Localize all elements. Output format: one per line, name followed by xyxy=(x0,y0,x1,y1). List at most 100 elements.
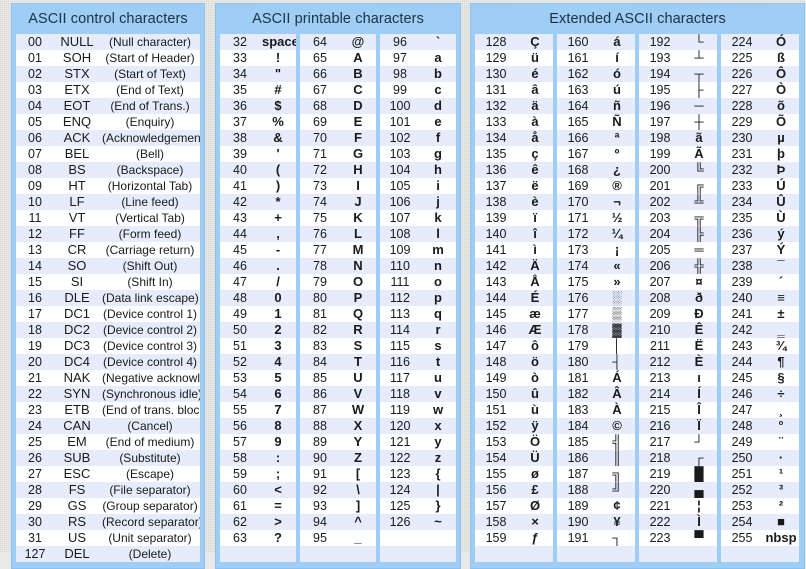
cell-desc: (Start of Text) xyxy=(114,66,186,81)
extended-table-1: 160 á 161 í 162 ó 163 ú 164 ñ 165 Ñ 166 ª 167 º 168 ¿ 169 ®… xyxy=(557,33,635,562)
cell-chr: ┬ xyxy=(694,65,704,81)
table-row: 36 $ xyxy=(220,97,296,114)
cell-desc: (Enquiry) xyxy=(125,114,175,129)
panel-title-extended: Extended ASCII characters xyxy=(549,11,726,27)
table-row: 86 V xyxy=(300,385,376,402)
cell-dec: 166 xyxy=(567,130,589,145)
table-row: 176 ░ xyxy=(557,289,635,306)
cell-dec: 57 xyxy=(233,434,247,449)
cell-chr: ¸ xyxy=(778,401,784,417)
table-row: 05 ENQ (Enquiry) xyxy=(16,113,200,130)
table-row: 252 ³ xyxy=(721,481,799,498)
cell-dec: 143 xyxy=(485,274,507,289)
cell-chr: ─ xyxy=(694,97,704,113)
table-row: 133 à xyxy=(475,113,553,130)
table-row: 30 RS (Record separator) xyxy=(16,513,200,530)
table-row: 122 z xyxy=(380,449,456,466)
cell-chr: " xyxy=(274,65,282,81)
printable-table-body-2: 96 ` 97 a 98 b 99 c 100 d 101 e 102 f 103 g 104 h 105 i 106 j… xyxy=(380,33,456,562)
table-row: 117 u xyxy=(380,369,456,386)
table-row: 95 _ xyxy=(300,529,376,546)
table-row: 101 e xyxy=(380,113,456,130)
table-row: 84 T xyxy=(300,353,376,370)
cell-dec: 170 xyxy=(567,194,589,209)
table-row: 229 Õ xyxy=(721,113,799,130)
cell-chr: ð xyxy=(695,289,703,305)
cell-dec: 52 xyxy=(233,354,247,369)
table-row: 22 SYN (Synchronous idle) xyxy=(16,385,200,402)
cell-dec: 144 xyxy=(485,290,507,305)
cell-chr: » xyxy=(613,273,621,289)
cell-dec xyxy=(380,546,420,562)
cell-desc: (Shift Out) xyxy=(122,258,178,273)
cell-chr: ² xyxy=(778,497,784,513)
cell-dec: 222 xyxy=(649,514,671,529)
table-row: 50 2 xyxy=(220,321,296,338)
cell-dec: 70 xyxy=(313,130,327,145)
table-row: 38 & xyxy=(220,129,296,146)
table-row: 249 ¨ xyxy=(721,433,799,450)
cell-desc: (Cancel) xyxy=(127,418,173,433)
cell-dec: 43 xyxy=(233,210,247,225)
cell-chr: │ xyxy=(612,337,622,353)
cell-chr: ; xyxy=(275,465,281,481)
cell-chr: é xyxy=(531,65,539,81)
extended-table-body-2: 192 └ 193 ┴ 194 ┬ 195 ├ 196 ─ 197 ┼ 198 ã 199 Ã 200 ╚ 201 ╔… xyxy=(639,33,717,562)
cell-dec: 03 xyxy=(28,82,42,97)
table-row: 07 BEL (Bell) xyxy=(16,145,200,162)
cell-dec: 23 xyxy=(28,402,42,417)
cell-abbr: FF xyxy=(69,225,85,241)
table-row: 156 £ xyxy=(475,481,553,498)
cell-dec: 189 xyxy=(567,498,589,513)
table-row: 234 Û xyxy=(721,193,799,210)
printable-columns: 32 space 33! 34 " 35 #36 $37% 38 & 39 ' 40(41) 42 * 43 +… xyxy=(216,33,460,562)
cell-chr: ^ xyxy=(354,513,362,529)
cell-dec: 153 xyxy=(485,434,507,449)
cell-chr: N xyxy=(353,257,363,273)
cell-dec: 78 xyxy=(313,258,327,273)
table-row: 233 Ú xyxy=(721,177,799,194)
cell-chr: Æ xyxy=(528,321,542,337)
cell-chr: ( xyxy=(275,161,281,177)
table-row: 68 D xyxy=(300,97,376,114)
cell-chr: Ó xyxy=(775,33,787,49)
table-row: 115 s xyxy=(380,337,456,354)
cell-chr: ı xyxy=(697,369,701,385)
table-row: 108 l xyxy=(380,225,456,242)
cell-dec: 06 xyxy=(28,130,42,145)
cell-chr: U xyxy=(353,369,363,385)
cell-dec: 219 xyxy=(649,466,671,481)
cell-dec: 62 xyxy=(233,514,247,529)
cell-desc: (Data link escape) xyxy=(102,290,199,305)
table-row: 149 ò xyxy=(475,369,553,386)
cell-dec: 156 xyxy=(485,482,507,497)
table-row: 121 y xyxy=(380,433,456,450)
cell-dec: 174 xyxy=(567,258,589,273)
cell-chr: Ï xyxy=(697,417,701,433)
cell-chr: < xyxy=(274,481,282,497)
table-row: 152 ÿ xyxy=(475,417,553,434)
cell-chr: ▄ xyxy=(694,481,704,497)
cell-chr: Í xyxy=(697,385,701,401)
cell-chr: Ê xyxy=(694,321,704,337)
cell-dec: 58 xyxy=(233,450,247,465)
cell-chr: c xyxy=(434,81,442,97)
cell-dec: 202 xyxy=(649,194,671,209)
cell-dec: 12 xyxy=(28,226,42,241)
cell-chr: E xyxy=(353,113,363,129)
table-row: 09 HT (Horizontal Tab) xyxy=(16,177,200,194)
table-row: 53 5 xyxy=(220,369,296,386)
table-row: 188 ╝ xyxy=(557,481,635,498)
cell-chr: ¶ xyxy=(777,353,785,369)
cell-chr: ƒ xyxy=(531,529,539,545)
cell-abbr: CR xyxy=(67,241,87,257)
table-row: 02 STX (Start of Text) xyxy=(16,65,200,82)
cell-dec: 93 xyxy=(313,498,327,513)
cell-chr: Ì xyxy=(697,513,701,529)
table-row: 116 t xyxy=(380,353,456,370)
cell-chr: ¥ xyxy=(613,513,621,529)
cell-chr: v xyxy=(434,385,442,401)
table-row: 57 9 xyxy=(220,433,296,450)
cell-abbr: DC2 xyxy=(63,321,90,337)
cell-chr: ý xyxy=(777,225,785,241)
